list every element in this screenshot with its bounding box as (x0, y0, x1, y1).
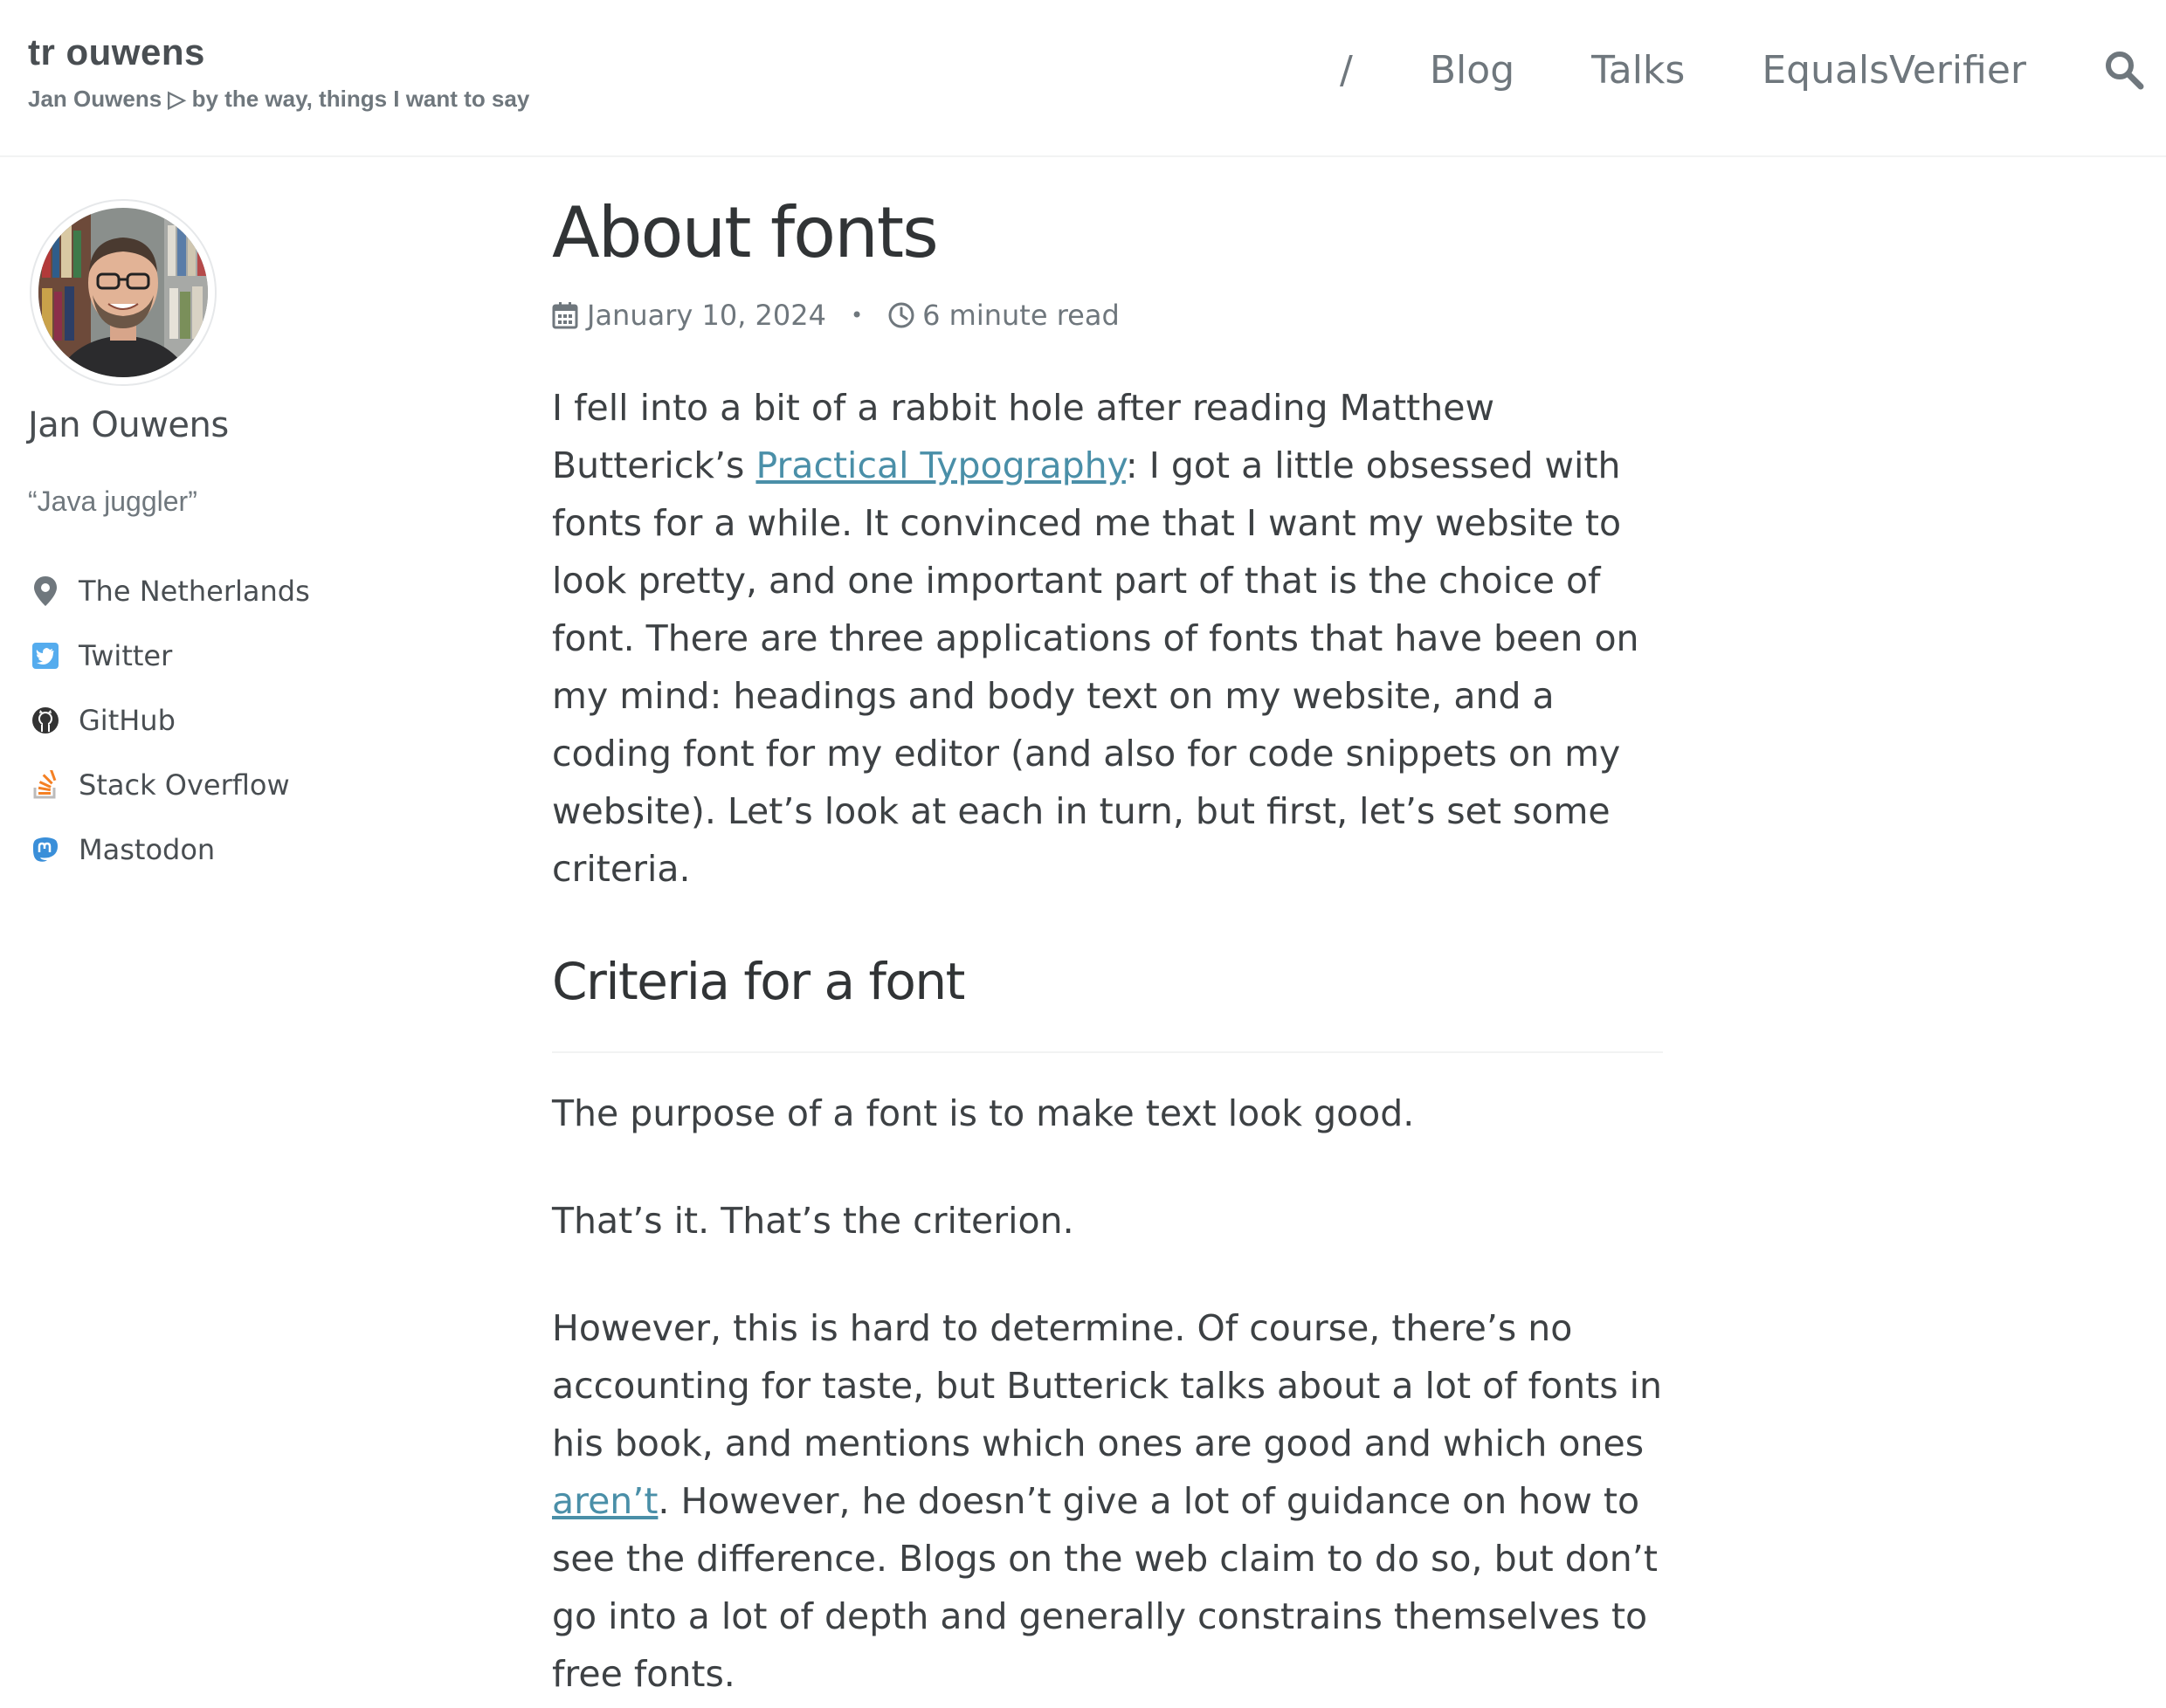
github-icon (28, 703, 63, 738)
search-icon (2106, 52, 2144, 90)
author-name: Jan Ouwens (28, 405, 229, 445)
author-link-github[interactable]: GitHub (28, 688, 310, 753)
author-link-mastodon[interactable]: Mastodon (28, 817, 310, 882)
author-link-twitter[interactable]: Twitter (28, 623, 310, 688)
page-meta: January 10, 2024 • 6 minute read (552, 299, 1120, 332)
post-date: January 10, 2024 (587, 299, 826, 332)
nav-blog-link[interactable]: Blog (1430, 48, 1514, 93)
mastodon-icon (28, 832, 63, 867)
author-location: The Netherlands (79, 575, 310, 608)
map-marker-icon (28, 574, 63, 609)
practical-typography-link[interactable]: Practical Typography (755, 444, 1125, 486)
section-heading: Criteria for a font (552, 952, 965, 1011)
purpose-paragraph: The purpose of a font is to make text lo… (552, 1092, 1415, 1134)
author-link-location: The Netherlands (28, 559, 310, 623)
twitter-icon (28, 638, 63, 673)
author-link-stack-overflow[interactable]: Stack Overflow (28, 753, 310, 817)
site-subtitle: Jan Ouwens ▷ by the way, things I want t… (28, 86, 530, 112)
intro-paragraph: I fell into a bit of a rabbit hole after… (552, 379, 1663, 898)
author-bio: “Java juggler” (28, 486, 197, 517)
calendar-icon (552, 301, 580, 329)
search-button[interactable] (2103, 49, 2145, 91)
twitter-link[interactable]: Twitter (79, 639, 172, 672)
github-link[interactable]: GitHub (79, 704, 176, 737)
however-text-start: However, this is hard to determine. Of c… (552, 1307, 1662, 1464)
nav-equalsverifier-link[interactable]: EqualsVerifier (1762, 48, 2026, 93)
stack-overflow-icon (28, 768, 63, 802)
masthead: tr ouwens Jan Ouwens ▷ by the way, thing… (0, 0, 2166, 157)
avatar (30, 199, 217, 386)
however-text-end: . However, he doesn’t give a lot of guid… (552, 1480, 1658, 1695)
mastodon-link[interactable]: Mastodon (79, 833, 215, 866)
read-time: 6 minute read (922, 299, 1120, 332)
author-links: The Netherlands Twitter GitHub Stack Ove… (28, 559, 310, 882)
meta-separator: • (850, 303, 864, 327)
nav-home-link[interactable]: / (1340, 48, 1353, 93)
intro-text-end: : I got a little obsessed with fonts for… (552, 444, 1639, 890)
page-title: About fonts (552, 192, 939, 273)
site-nav: / Blog Talks EqualsVerifier (1340, 42, 2166, 98)
however-paragraph: However, this is hard to determine. Of c… (552, 1299, 1663, 1703)
site-title[interactable]: tr ouwens (28, 31, 205, 73)
arent-link[interactable]: aren’t (552, 1480, 658, 1522)
criterion-paragraph: That’s it. That’s the criterion. (552, 1200, 1074, 1242)
stack-overflow-link[interactable]: Stack Overflow (79, 768, 290, 802)
nav-talks-link[interactable]: Talks (1591, 48, 1685, 93)
author-photo (38, 208, 208, 377)
section-divider (552, 1051, 1663, 1053)
clock-icon (887, 301, 915, 329)
